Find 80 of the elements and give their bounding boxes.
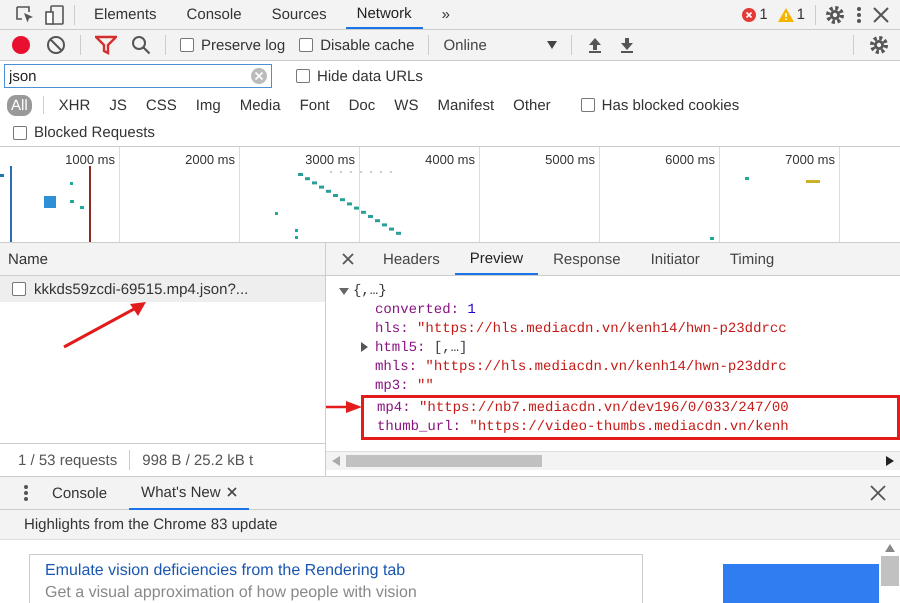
timeline-tick: 7000 ms	[785, 152, 835, 167]
settings-icon[interactable]	[824, 4, 846, 26]
json-property: mp3: ""	[375, 378, 434, 394]
type-filter[interactable]: XHR	[54, 94, 94, 116]
panel-tab[interactable]: Sources	[260, 0, 338, 29]
search-icon[interactable]	[131, 35, 151, 55]
close-icon[interactable]	[342, 253, 354, 265]
checkbox[interactable]	[580, 98, 595, 112]
type-filter[interactable]: WS	[390, 94, 422, 116]
detail-tab[interactable]: Initiator	[636, 243, 715, 275]
warning-icon	[778, 8, 794, 22]
scrollbar-thumb[interactable]	[346, 455, 542, 467]
close-icon[interactable]	[226, 487, 237, 497]
more-options-icon[interactable]	[22, 484, 30, 502]
filter-icon[interactable]	[95, 35, 117, 55]
checkbox-label: Blocked Requests	[34, 124, 155, 141]
checkbox-label: Disable cache	[320, 36, 414, 54]
checkbox-label: Hide data URLs	[317, 68, 423, 84]
feature-description: Get a visual approximation of how people with vision	[45, 584, 418, 602]
checkbox[interactable]	[296, 69, 310, 83]
checkbox[interactable]	[13, 126, 27, 140]
checkbox[interactable]	[299, 38, 314, 52]
expand-triangle-icon[interactable]	[359, 342, 369, 352]
detail-tab[interactable]: Preview	[454, 243, 538, 275]
column-header[interactable]: Name	[8, 250, 48, 268]
checkbox[interactable]	[12, 282, 26, 296]
feature-link[interactable]: Emulate vision deficiencies from the Rendering tab	[45, 562, 627, 580]
scrollbar-thumb[interactable]	[881, 556, 899, 586]
type-filter[interactable]: JS	[105, 94, 131, 116]
type-filter[interactable]: CSS	[142, 94, 181, 116]
json-property: mp4: "https://nb7.mediacdn.vn/dev196/0/033/247/00	[377, 400, 789, 416]
expand-triangle-icon[interactable]	[339, 286, 349, 296]
type-filter[interactable]: Img	[192, 94, 225, 116]
json-property: converted: 1	[375, 302, 476, 318]
drawer-heading: Highlights from the Chrome 83 update	[24, 516, 278, 533]
json-property: hls: "https://hls.mediacdn.vn/kenh14/hwn-p23ddrcc	[375, 320, 787, 336]
detail-tab[interactable]: Response	[538, 243, 636, 275]
filter-field[interactable]: json	[4, 64, 272, 88]
json-property: mhls: "https://hls.mediacdn.vn/kenh14/hwn-p23ddrc	[375, 358, 787, 374]
detail-tab[interactable]: Headers	[368, 243, 455, 275]
error-icon	[742, 8, 756, 22]
record-icon[interactable]	[10, 34, 32, 56]
checkbox[interactable]	[180, 38, 194, 52]
detail-tab[interactable]: Timing	[714, 243, 790, 275]
type-filter[interactable]: Other	[509, 94, 555, 116]
type-filter[interactable]: Manifest	[433, 94, 498, 116]
timeline-tick: 4000 ms	[425, 152, 475, 167]
close-icon[interactable]	[870, 485, 886, 501]
settings-icon[interactable]	[868, 34, 890, 56]
clear-icon[interactable]	[46, 35, 66, 55]
json-root: {,…}	[353, 282, 387, 298]
timeline-tick: 6000 ms	[665, 152, 715, 167]
type-filter[interactable]: Font	[296, 94, 334, 116]
timeline-tick: 5000 ms	[545, 152, 595, 167]
drawer-tab[interactable]: Console	[40, 476, 120, 510]
checkbox-label: Has blocked cookies	[602, 96, 740, 114]
throttling-dropdown[interactable]: Online	[443, 36, 557, 54]
transfer-size: 998 B / 25.2 kB t	[142, 452, 254, 468]
json-property: html5: [,…]	[375, 340, 468, 356]
warning-count: 1	[796, 6, 805, 23]
request-row[interactable]: kkkds59zcdi-69515.mp4.json?...	[0, 276, 325, 302]
device-toolbar-icon[interactable]	[44, 4, 66, 26]
caret-icon	[546, 41, 557, 49]
type-filter[interactable]: Media	[236, 94, 285, 116]
request-name: kkkds59zcdi-69515.mp4.json?...	[34, 280, 248, 298]
panel-tab[interactable]: Console	[176, 0, 253, 29]
clear-field-icon[interactable]	[250, 67, 268, 85]
type-filter[interactable]: Doc	[344, 94, 380, 116]
error-count: 1	[759, 6, 768, 23]
checkbox-label: Preserve log	[201, 36, 286, 54]
json-property: thumb_url: "https://video-thumbs.mediacdn.vn/kenh	[377, 419, 789, 435]
scroll-up-icon[interactable]	[885, 544, 895, 552]
more-tabs-button[interactable]: »	[430, 0, 461, 29]
timeline-tick: 3000 ms	[305, 152, 355, 167]
close-icon[interactable]	[872, 6, 890, 24]
panel-tab[interactable]: Elements	[83, 0, 168, 29]
request-count: 1 / 53 requests	[18, 452, 118, 468]
scroll-right-icon[interactable]	[886, 456, 894, 466]
timeline-tick: 2000 ms	[185, 152, 235, 167]
timeline-tick: 1000 ms	[65, 152, 115, 167]
